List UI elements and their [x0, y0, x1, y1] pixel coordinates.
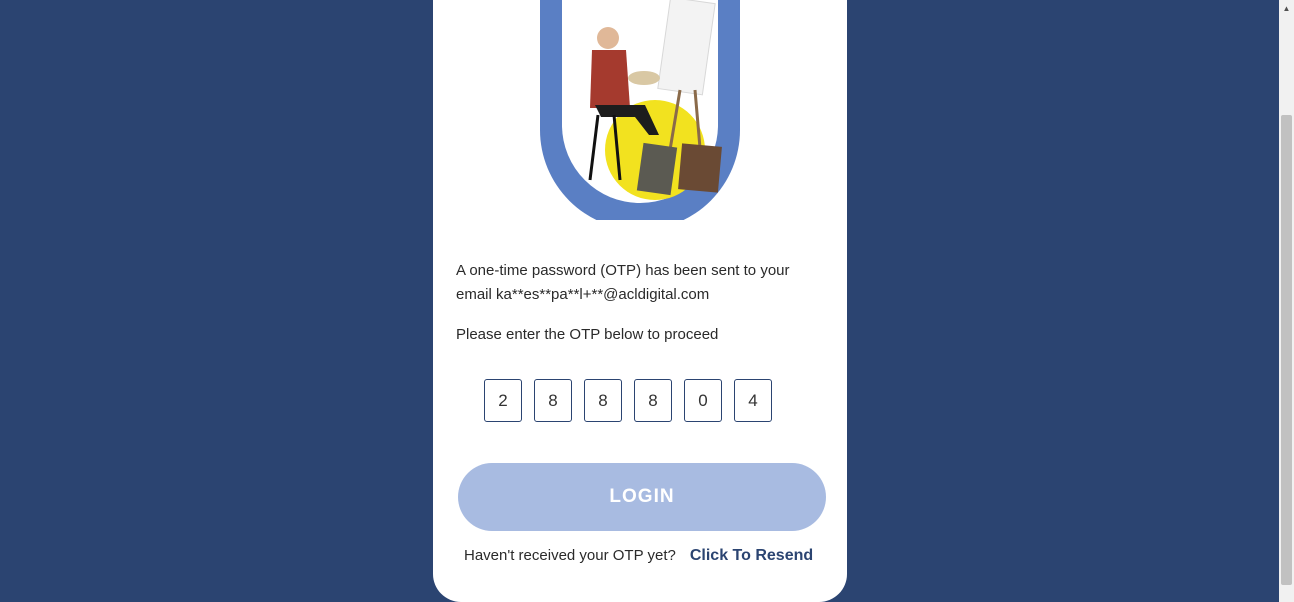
otp-digit-6[interactable]: 4 [734, 379, 772, 422]
resend-link[interactable]: Click To Resend [690, 547, 813, 565]
otp-instruction: Please enter the OTP below to proceed [456, 326, 719, 343]
painting-frame [678, 143, 722, 193]
scroll-up-arrow-icon[interactable]: ▲ [1279, 0, 1294, 17]
artist-illustration [540, 0, 740, 220]
otp-digit-2[interactable]: 8 [534, 379, 572, 422]
paint-palette [628, 71, 660, 85]
resend-row: Haven't received your OTP yet? Click To … [464, 547, 813, 565]
login-button[interactable]: LOGIN [458, 463, 826, 531]
otp-digit-5[interactable]: 0 [684, 379, 722, 422]
otp-sent-message: A one-time password (OTP) has been sent … [456, 262, 790, 303]
login-card: A one-time password (OTP) has been sent … [433, 0, 847, 602]
resend-prompt: Haven't received your OTP yet? [464, 547, 676, 564]
otp-inputs: 2 8 8 8 0 4 [484, 379, 772, 422]
artist-shirt [590, 50, 630, 108]
painting-frame [636, 142, 678, 196]
otp-digit-3[interactable]: 8 [584, 379, 622, 422]
otp-digit-4[interactable]: 8 [634, 379, 672, 422]
artist-head [597, 27, 619, 49]
vertical-scrollbar[interactable]: ▲ [1279, 0, 1294, 602]
otp-digit-1[interactable]: 2 [484, 379, 522, 422]
scroll-thumb[interactable] [1281, 115, 1292, 585]
